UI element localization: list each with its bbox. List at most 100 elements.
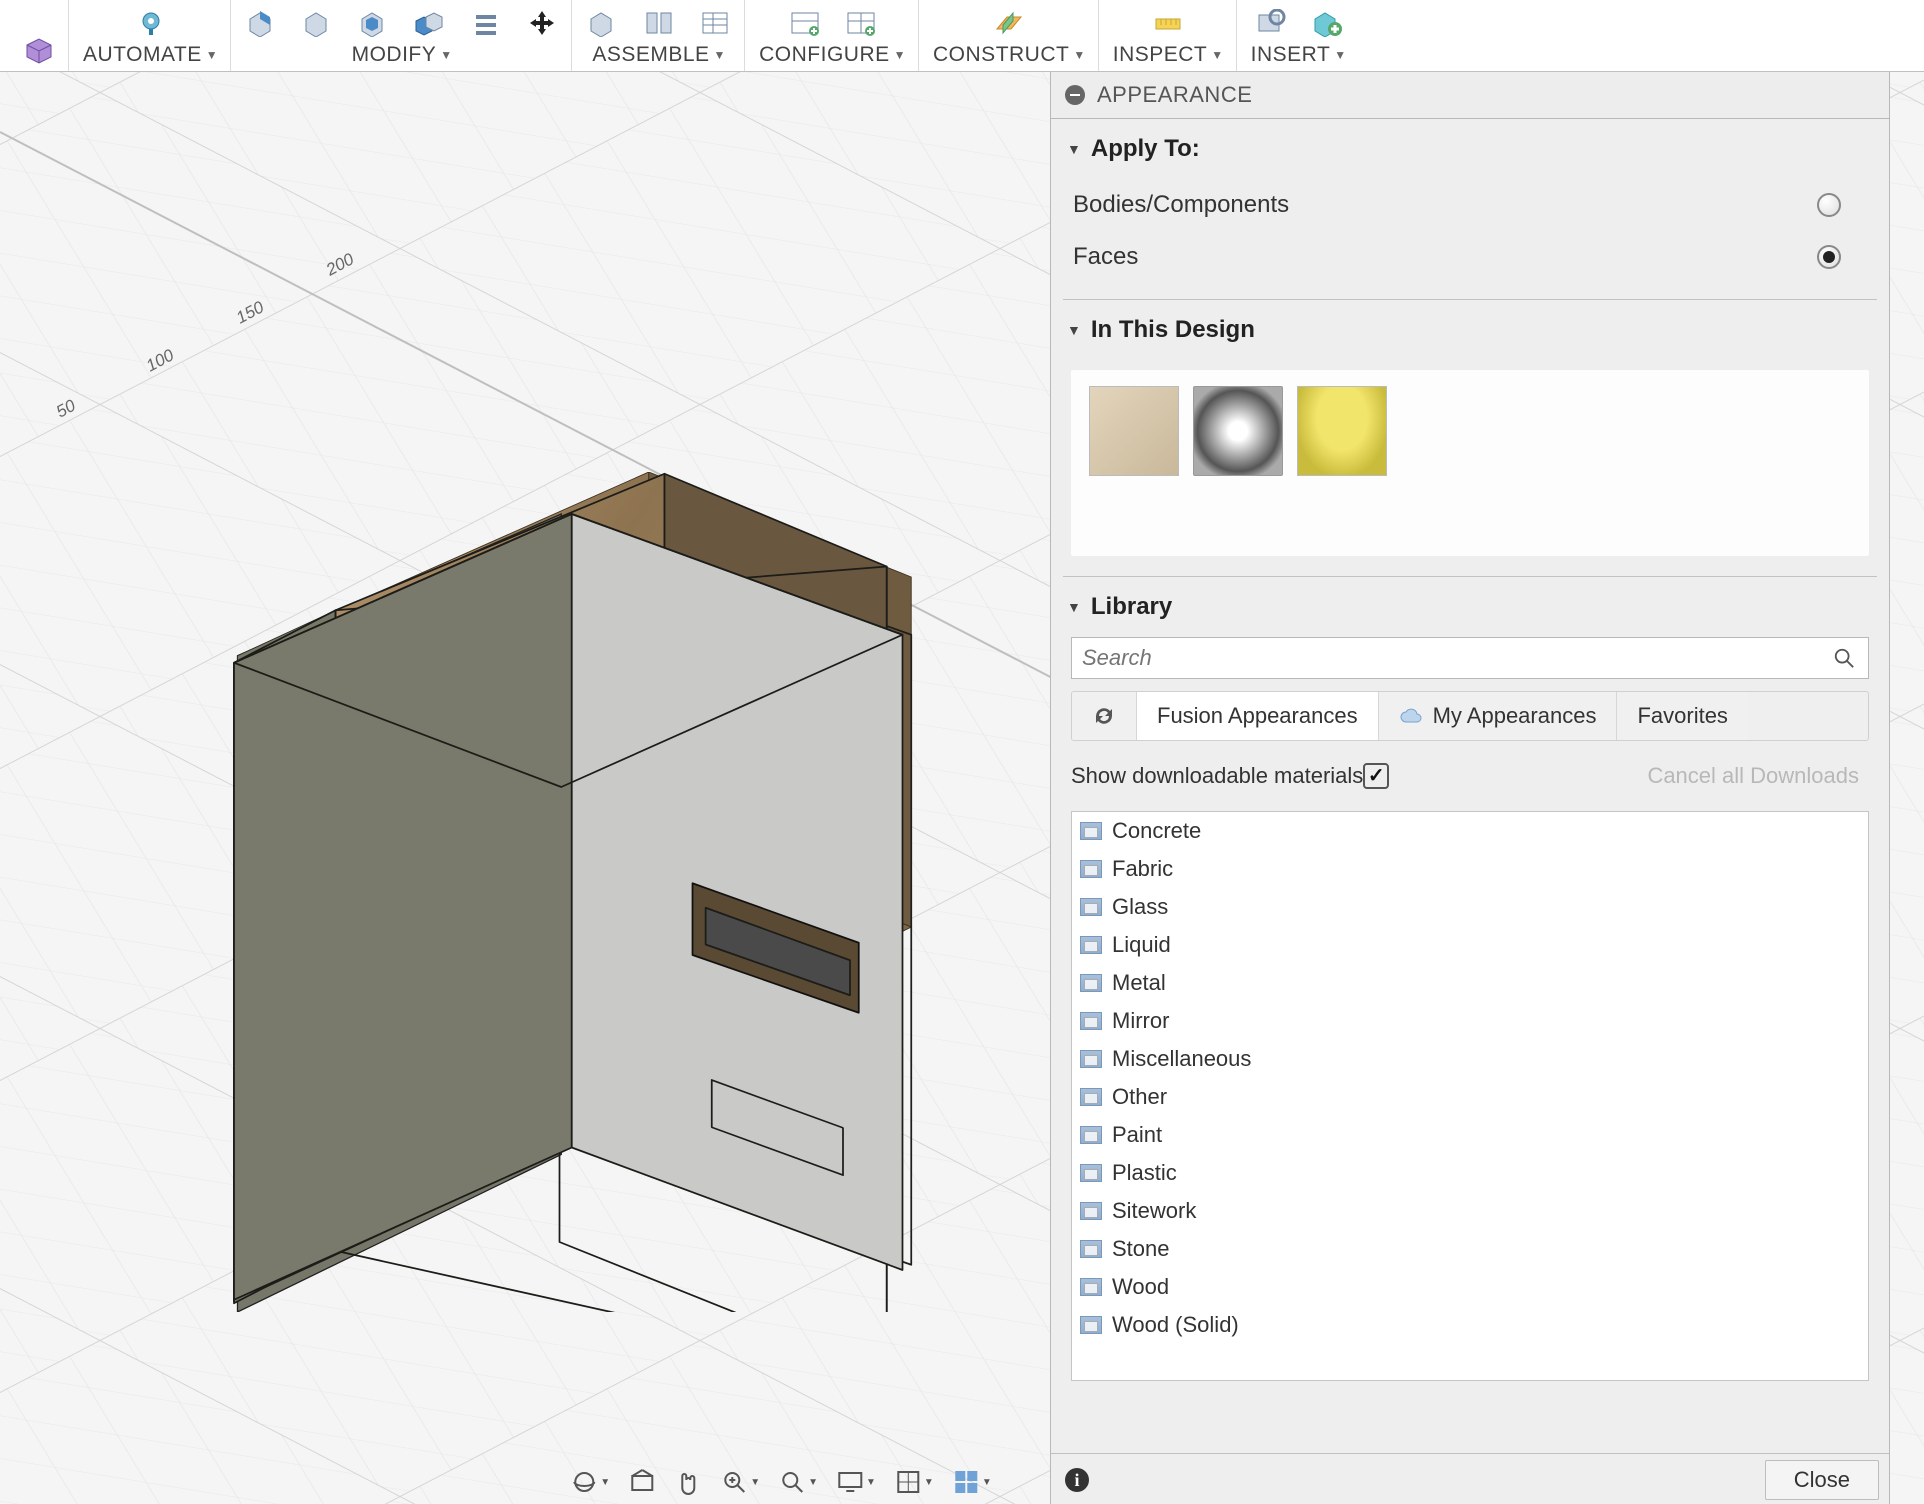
inspect-label[interactable]: INSPECT ▼ bbox=[1113, 39, 1224, 67]
library-category-wood-solid-[interactable]: Wood (Solid) bbox=[1072, 1306, 1868, 1344]
library-label: Library bbox=[1091, 593, 1172, 621]
library-category-mirror[interactable]: Mirror bbox=[1072, 1002, 1868, 1040]
chevron-down-icon: ▼ bbox=[750, 1477, 760, 1488]
measure-icon[interactable] bbox=[1151, 9, 1185, 37]
panel-title: APPEARANCE bbox=[1097, 82, 1252, 108]
grid-display-button[interactable]: ▼ bbox=[894, 1468, 934, 1496]
gear-process-icon[interactable] bbox=[134, 9, 168, 37]
library-tree[interactable]: ConcreteFabric Glass Liquid Metal Mirror Misc… bbox=[1071, 811, 1869, 1381]
library-category-metal[interactable]: Metal bbox=[1072, 964, 1868, 1002]
assemble-label[interactable]: ASSEMBLE ▼ bbox=[592, 39, 726, 67]
plane-icon[interactable] bbox=[992, 9, 1026, 37]
folder-icon bbox=[1080, 1240, 1102, 1258]
library-category-other[interactable]: Other bbox=[1072, 1078, 1868, 1116]
chevron-down-icon: ▼ bbox=[600, 1477, 610, 1488]
my-tab-label: My Appearances bbox=[1433, 703, 1597, 729]
apply-to-bodies-row[interactable]: Bodies/Components bbox=[1073, 179, 1889, 231]
viewport-layout-button[interactable]: ▼ bbox=[952, 1468, 992, 1496]
sync-tab[interactable] bbox=[1072, 692, 1137, 740]
chevron-down-icon: ▼ bbox=[206, 48, 218, 62]
close-button[interactable]: Close bbox=[1765, 1460, 1879, 1500]
group-start bbox=[10, 0, 69, 71]
model-box[interactable] bbox=[180, 472, 960, 1312]
library-category-wood[interactable]: Wood bbox=[1072, 1268, 1868, 1306]
shell-icon[interactable] bbox=[357, 9, 391, 37]
fillet-icon[interactable] bbox=[301, 9, 335, 37]
library-category-stone[interactable]: Stone bbox=[1072, 1230, 1868, 1268]
look-at-button[interactable] bbox=[628, 1468, 656, 1496]
library-category-concrete[interactable]: Concrete bbox=[1072, 812, 1868, 850]
configure-label[interactable]: CONFIGURE ▼ bbox=[759, 39, 906, 67]
category-label: Miscellaneous bbox=[1112, 1046, 1251, 1072]
category-label: Glass bbox=[1112, 894, 1168, 920]
apply-to-options: Bodies/Components Faces bbox=[1051, 179, 1889, 299]
press-pull-icon[interactable] bbox=[245, 9, 279, 37]
show-downloadable-checkbox[interactable] bbox=[1363, 763, 1389, 789]
zoom-button[interactable]: ▼ bbox=[720, 1468, 760, 1496]
folder-icon bbox=[1080, 1164, 1102, 1182]
theme-table-icon[interactable] bbox=[844, 9, 878, 37]
fit-button[interactable]: ▼ bbox=[778, 1468, 818, 1496]
disclosure-down-icon: ▼ bbox=[1067, 322, 1081, 338]
material-thumb-steel[interactable] bbox=[1193, 386, 1283, 476]
info-icon[interactable]: i bbox=[1065, 1468, 1089, 1492]
material-thumb-paint[interactable] bbox=[1297, 386, 1387, 476]
bom-icon[interactable] bbox=[698, 9, 732, 37]
viewport[interactable]: 50 100 150 200 bbox=[0, 72, 1924, 1504]
bodies-radio[interactable] bbox=[1817, 193, 1841, 217]
chevron-down-icon: ▼ bbox=[714, 48, 726, 62]
pan-button[interactable] bbox=[674, 1468, 702, 1496]
folder-icon bbox=[1080, 1278, 1102, 1296]
disclosure-down-icon: ▼ bbox=[1067, 141, 1081, 157]
component-icon[interactable] bbox=[586, 9, 620, 37]
material-thumb-oak[interactable] bbox=[1089, 386, 1179, 476]
orbit-button[interactable]: ▼ bbox=[570, 1468, 610, 1496]
automate-label[interactable]: AUTOMATE ▼ bbox=[83, 39, 218, 67]
my-appearances-tab[interactable]: My Appearances bbox=[1379, 692, 1618, 740]
top-toolbar: AUTOMATE ▼ MODIFY ▼ ASSEMBLE ▼ bbox=[0, 0, 1924, 72]
library-header[interactable]: ▼ Library bbox=[1051, 577, 1889, 637]
folder-icon bbox=[1080, 1316, 1102, 1334]
category-label: Metal bbox=[1112, 970, 1166, 996]
joint-icon[interactable] bbox=[642, 9, 676, 37]
collapse-icon[interactable] bbox=[1065, 85, 1085, 105]
cloud-icon bbox=[1399, 706, 1423, 726]
show-downloadable-label: Show downloadable materials bbox=[1071, 763, 1363, 789]
panel-header[interactable]: APPEARANCE bbox=[1051, 72, 1889, 119]
chevron-down-icon: ▼ bbox=[440, 48, 452, 62]
search-icon[interactable] bbox=[1833, 647, 1855, 669]
show-downloadable-row: Show downloadable materials Cancel all D… bbox=[1051, 741, 1889, 803]
configure-text: CONFIGURE bbox=[759, 43, 890, 67]
chevron-down-icon: ▼ bbox=[866, 1477, 876, 1488]
search-input[interactable] bbox=[1071, 637, 1869, 679]
insert-label[interactable]: INSERT ▼ bbox=[1251, 39, 1347, 67]
faces-radio[interactable] bbox=[1817, 245, 1841, 269]
group-modify: MODIFY ▼ bbox=[233, 0, 572, 71]
in-this-design-header[interactable]: ▼ In This Design bbox=[1051, 300, 1889, 360]
library-category-paint[interactable]: Paint bbox=[1072, 1116, 1868, 1154]
insert-text: INSERT bbox=[1251, 43, 1331, 67]
group-configure: CONFIGURE ▼ bbox=[747, 0, 919, 71]
category-label: Liquid bbox=[1112, 932, 1171, 958]
favorites-tab[interactable]: Favorites bbox=[1617, 692, 1747, 740]
library-category-sitework[interactable]: Sitework bbox=[1072, 1192, 1868, 1230]
display-button[interactable]: ▼ bbox=[836, 1468, 876, 1496]
config-table-icon[interactable] bbox=[788, 9, 822, 37]
move-icon[interactable] bbox=[525, 9, 559, 37]
modify-label[interactable]: MODIFY ▼ bbox=[352, 39, 453, 67]
cancel-downloads-link[interactable]: Cancel all Downloads bbox=[1647, 763, 1859, 789]
fusion-appearances-tab[interactable]: Fusion Appearances bbox=[1137, 692, 1379, 740]
insert-component-icon[interactable] bbox=[1310, 9, 1344, 37]
library-category-plastic[interactable]: Plastic bbox=[1072, 1154, 1868, 1192]
decal-icon[interactable] bbox=[1254, 9, 1288, 37]
library-category-miscellaneous[interactable]: Miscellaneous bbox=[1072, 1040, 1868, 1078]
apply-to-faces-row[interactable]: Faces bbox=[1073, 231, 1889, 283]
navigation-bar: ▼ ▼ ▼ ▼ ▼ ▼ bbox=[560, 1464, 1001, 1500]
combine-icon[interactable] bbox=[413, 9, 447, 37]
library-category-glass[interactable]: Glass bbox=[1072, 888, 1868, 926]
align-icon[interactable] bbox=[469, 9, 503, 37]
construct-label[interactable]: CONSTRUCT ▼ bbox=[933, 39, 1086, 67]
apply-to-section-header[interactable]: ▼ Apply To: bbox=[1051, 119, 1889, 179]
library-category-fabric[interactable]: Fabric bbox=[1072, 850, 1868, 888]
library-category-liquid[interactable]: Liquid bbox=[1072, 926, 1868, 964]
